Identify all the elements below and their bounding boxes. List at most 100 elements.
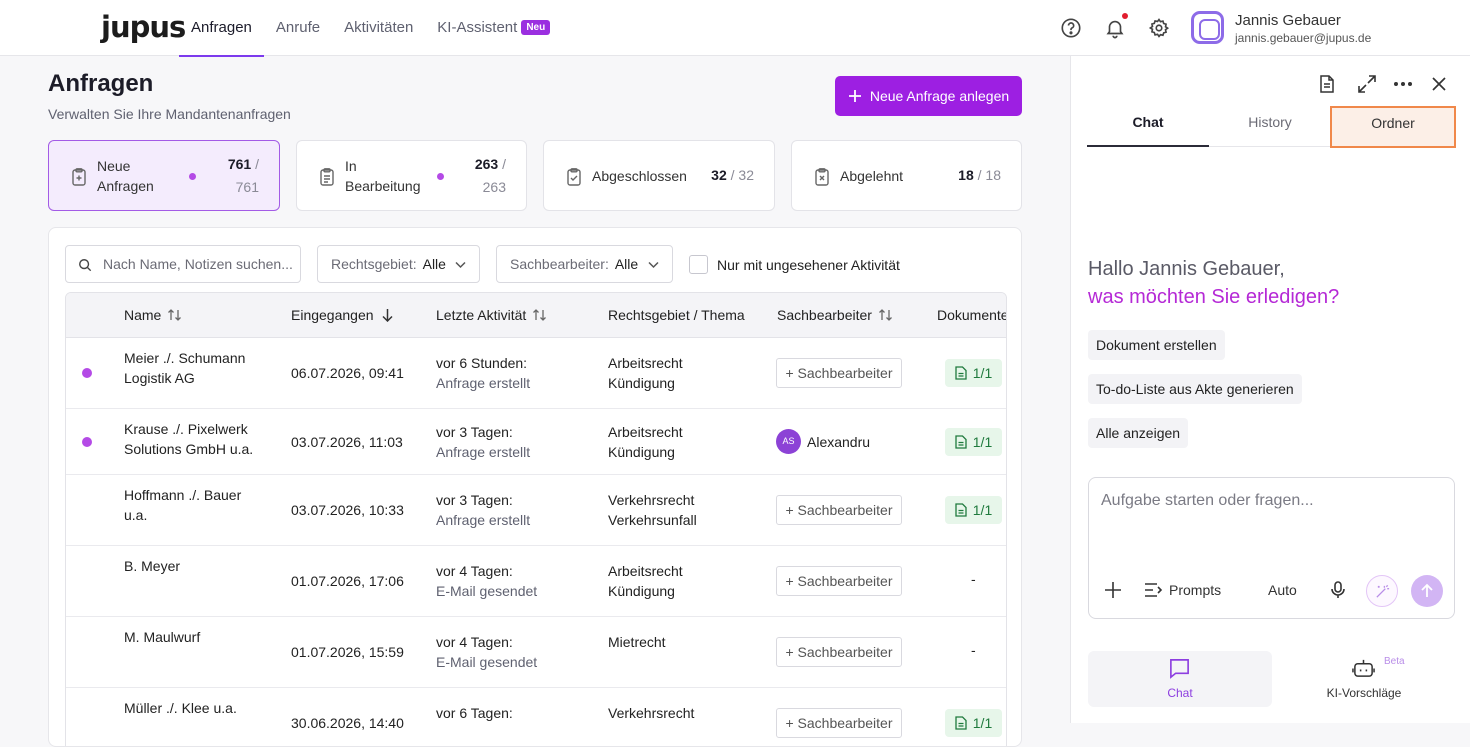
page-subtitle: Verwalten Sie Ihre Mandantenanfragen <box>48 106 291 122</box>
user-avatar[interactable] <box>1191 11 1224 44</box>
more-options-icon[interactable] <box>1393 74 1413 94</box>
documents-badge[interactable]: 1/1 <box>945 709 1002 737</box>
column-sachbearbeiter[interactable]: Sachbearbeiter <box>777 307 893 323</box>
app-logo[interactable]: jupus <box>101 10 186 44</box>
column-letzte-aktivitaet[interactable]: Letzte Aktivität <box>436 307 547 323</box>
page-title: Anfragen <box>48 70 154 97</box>
tab-chat[interactable]: Chat <box>1087 107 1209 147</box>
table-row[interactable]: Hoffmann ./. Bauer u.a. 03.07.2026, 10:3… <box>66 475 1006 546</box>
prompts-button[interactable]: Prompts <box>1169 582 1221 598</box>
add-assignee-button[interactable]: + Sachbearbeiter <box>776 708 902 738</box>
suggestion-dokument-erstellen[interactable]: Dokument erstellen <box>1088 330 1225 360</box>
chat-composer: Prompts Auto <box>1088 477 1455 619</box>
send-button[interactable] <box>1411 575 1443 607</box>
row-name: B. Meyer <box>124 558 181 574</box>
table-row[interactable]: Meier ./. Schumann Logistik AG 06.07.202… <box>66 338 1006 409</box>
microphone-icon[interactable] <box>1328 580 1348 600</box>
table-row[interactable]: Krause ./. Pixelwerk Solutions GmbH u.a.… <box>66 409 1006 475</box>
search-input[interactable] <box>103 254 295 274</box>
unseen-activity-checkbox[interactable] <box>689 255 708 274</box>
unread-dot <box>82 368 92 378</box>
suggestion-alle-anzeigen[interactable]: Alle anzeigen <box>1088 418 1189 448</box>
nav-anfragen[interactable]: Anfragen <box>179 0 264 57</box>
unseen-activity-label[interactable]: Nur mit ungesehener Aktivität <box>717 257 900 273</box>
row-name: M. Maulwurf <box>124 629 201 645</box>
user-name[interactable]: Jannis Gebauer <box>1235 12 1341 29</box>
plus-icon[interactable] <box>1103 580 1123 600</box>
row-name-line2: Logistik AG <box>124 370 195 386</box>
status-card-abgelehnt[interactable]: Abgelehnt 18 / 18 <box>791 140 1022 211</box>
row-received: 03.07.2026, 11:03 <box>291 434 403 450</box>
status-card-neue-anfragen[interactable]: Neue Anfragen 761 / 761 <box>48 140 280 211</box>
documents-count: 1/1 <box>972 365 993 381</box>
prompts-icon[interactable] <box>1143 580 1163 600</box>
row-received: 03.07.2026, 10:33 <box>291 502 404 518</box>
row-received: 06.07.2026, 09:41 <box>291 365 404 381</box>
add-assignee-button[interactable]: + Sachbearbeiter <box>776 495 902 525</box>
column-eingegangen[interactable]: Eingegangen <box>291 307 395 323</box>
column-name[interactable]: Name <box>124 307 182 323</box>
clipboard-list-icon <box>320 168 334 186</box>
rechtsgebiet-filter[interactable]: Rechtsgebiet: Alle <box>317 245 480 283</box>
sachbearbeiter-filter[interactable]: Sachbearbeiter: Alle <box>496 245 673 283</box>
documents-badge[interactable]: 1/1 <box>945 428 1002 456</box>
nav-aktivitaeten[interactable]: Aktivitäten <box>332 0 425 56</box>
column-dokumente: Dokumente <box>937 307 1006 323</box>
new-badge: Neu <box>521 20 551 35</box>
rechtsgebiet-filter-label: Rechtsgebiet: <box>331 256 417 272</box>
add-assignee-button[interactable]: + Sachbearbeiter <box>776 566 902 596</box>
close-icon[interactable] <box>1429 74 1449 94</box>
row-name: Hoffmann ./. Bauer <box>124 487 242 503</box>
assignee-name[interactable]: Alexandru <box>807 432 870 452</box>
status-card-abgeschlossen[interactable]: Abgeschlossen 32 / 32 <box>543 140 775 211</box>
row-name: Krause ./. Pixelwerk <box>124 421 248 437</box>
table-row[interactable]: M. Maulwurf 01.07.2026, 15:59 vor 4 Tage… <box>66 617 1006 688</box>
nav-anrufe[interactable]: Anrufe <box>264 0 332 56</box>
tab-history[interactable]: History <box>1209 107 1331 147</box>
chat-input[interactable] <box>1101 492 1441 542</box>
main-content: Anfragen Verwalten Sie Ihre Mandantenanf… <box>0 56 1070 747</box>
bottom-tab-ki-vorschlaege[interactable]: Beta KI-Vorschläge <box>1272 651 1456 707</box>
table-row[interactable]: B. Meyer 01.07.2026, 17:06 vor 4 Tagen: … <box>66 546 1006 617</box>
row-topic: Kündigung <box>608 444 675 460</box>
row-activity-type: E-Mail gesendet <box>436 654 538 670</box>
magic-wand-icon <box>1376 584 1390 598</box>
bell-icon[interactable] <box>1104 17 1126 39</box>
card-total: 761 <box>235 179 259 195</box>
help-icon[interactable] <box>1060 17 1082 39</box>
card-label: Neue <box>97 158 131 174</box>
row-area: Verkehrsrecht <box>608 492 695 508</box>
documents-badge[interactable]: 1/1 <box>945 496 1002 524</box>
sort-icon <box>533 309 547 321</box>
status-card-in-bearbeitung[interactable]: In Bearbeitung 263 / 263 <box>296 140 527 211</box>
card-count: 32 / 32 <box>711 167 754 183</box>
expand-icon[interactable] <box>1357 74 1377 94</box>
document-icon[interactable] <box>1317 74 1337 94</box>
add-assignee-button[interactable]: + Sachbearbeiter <box>776 358 902 388</box>
column-rechtsgebiet-label: Rechtsgebiet / Thema <box>608 307 745 323</box>
bottom-tab-chat[interactable]: Chat <box>1088 651 1272 707</box>
chevron-down-icon <box>648 261 659 269</box>
tab-ordner[interactable]: Ordner <box>1330 106 1456 148</box>
new-request-button[interactable]: Neue Anfrage anlegen <box>835 76 1022 116</box>
row-name-line2: u.a. <box>124 507 148 523</box>
card-count: 263 / <box>474 156 506 172</box>
mode-selector[interactable]: Auto <box>1268 582 1297 598</box>
assistant-panel: Chat History Ordner Hallo Jannis Gebauer… <box>1070 56 1470 723</box>
suggestion-todo-liste[interactable]: To-do-Liste aus Akte generieren <box>1088 374 1302 404</box>
documents-empty: - <box>971 571 976 587</box>
table-header: Name Eingegangen Letzte Aktivität Rechts… <box>66 293 1006 338</box>
new-request-label: Neue Anfrage anlegen <box>869 88 1010 104</box>
nav-ki-assistent[interactable]: KI-Assistent Neu <box>425 0 562 56</box>
row-area: Mietrecht <box>608 634 666 650</box>
magic-wand-button[interactable] <box>1366 575 1398 607</box>
requests-table: Name Eingegangen Letzte Aktivität Rechts… <box>65 292 1007 746</box>
add-assignee-button[interactable]: + Sachbearbeiter <box>776 637 902 667</box>
documents-badge[interactable]: 1/1 <box>945 359 1002 387</box>
bottom-tab-ki-vorschlaege-label: KI-Vorschläge <box>1326 686 1402 700</box>
settings-icon[interactable] <box>1148 17 1170 39</box>
row-area: Verkehrsrecht <box>608 705 695 721</box>
row-topic: Kündigung <box>608 375 675 391</box>
table-row[interactable]: Müller ./. Klee u.a. 30.06.2026, 14:40 v… <box>66 688 1006 746</box>
documents-count: 1/1 <box>972 715 993 731</box>
